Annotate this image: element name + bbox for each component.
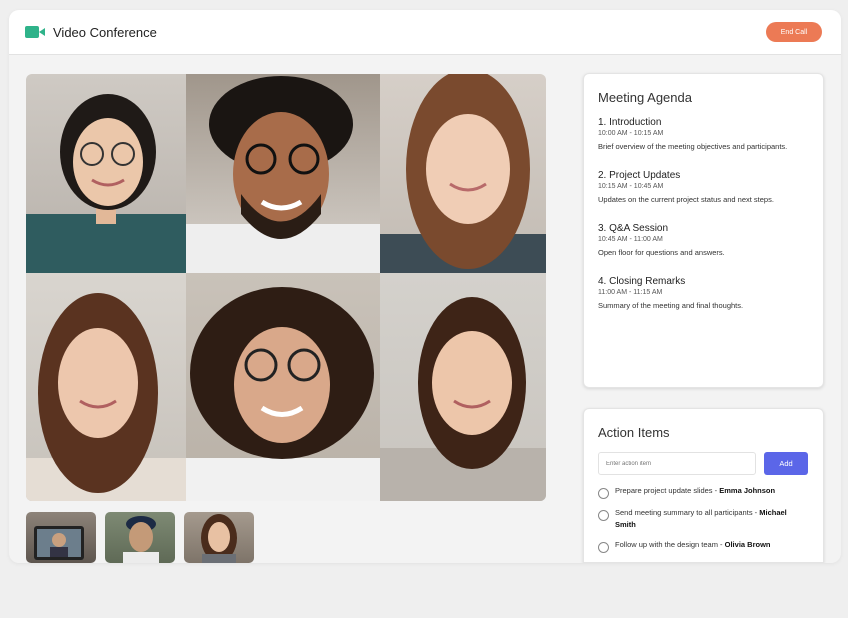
agenda-item-time: 10:00 AM - 10:15 AM — [598, 130, 664, 137]
agenda-item: 3. Q&A Session 10:45 AM - 11:00 AM Open … — [598, 223, 809, 259]
participant-portrait — [26, 94, 186, 273]
action-item-checkbox[interactable] — [598, 510, 609, 521]
agenda-item-time: 10:45 AM - 11:00 AM — [598, 236, 663, 243]
action-item: Prepare project update slides - Emma Joh… — [598, 485, 809, 499]
agenda-item-title: 2. Project Updates — [598, 170, 681, 181]
agenda-title: Meeting Agenda — [598, 90, 692, 105]
action-item: Follow up with the design team - Olivia … — [598, 539, 809, 553]
participant-thumbnail[interactable] — [105, 512, 175, 563]
participant-video-tile[interactable] — [380, 74, 546, 273]
end-call-button[interactable]: End Call — [766, 22, 822, 42]
action-item-checkbox[interactable] — [598, 488, 609, 499]
agenda-item-time: 10:15 AM - 10:45 AM — [598, 183, 664, 190]
action-item-checkbox[interactable] — [598, 542, 609, 553]
action-item-input[interactable] — [598, 452, 756, 475]
action-items-panel: Action Items Add Prepare project update … — [583, 408, 824, 563]
action-item-assignee: Olivia Brown — [724, 540, 771, 549]
agenda-item-description: Updates on the current project status an… — [598, 195, 774, 204]
header-bar: Video Conference End Call — [9, 10, 841, 55]
participant-portrait — [380, 74, 546, 273]
participant-video-tile[interactable] — [26, 273, 186, 501]
participant-portrait — [123, 516, 159, 563]
agenda-item: 1. Introduction 10:00 AM - 10:15 AM Brie… — [598, 117, 809, 153]
action-item-text: Prepare project update slides - Emma Joh… — [615, 485, 775, 497]
agenda-item-description: Open floor for questions and answers. — [598, 248, 725, 257]
meeting-agenda-panel: Meeting Agenda 1. Introduction 10:00 AM … — [583, 73, 824, 388]
app-title: Video Conference — [53, 24, 157, 40]
participant-video-tile[interactable] — [186, 74, 380, 273]
participant-portrait — [186, 287, 380, 501]
agenda-item-title: 1. Introduction — [598, 117, 662, 128]
thumbnail-strip — [26, 512, 254, 563]
action-item-description: Send meeting summary to all participants… — [615, 508, 760, 517]
action-item-assignee: Emma Johnson — [719, 486, 776, 495]
agenda-item-title: 4. Closing Remarks — [598, 276, 686, 287]
add-action-item-button[interactable]: Add — [764, 452, 808, 475]
participant-portrait — [186, 76, 380, 273]
app-window: Video Conference End Call Meeting Agenda… — [9, 10, 841, 563]
participant-video-tile[interactable] — [186, 273, 380, 501]
action-item-text: Send meeting summary to all participants… — [615, 507, 809, 531]
action-item-description: Prepare project update slides - — [615, 486, 720, 495]
agenda-item-description: Summary of the meeting and final thought… — [598, 301, 744, 310]
participant-portrait — [34, 526, 84, 560]
agenda-item-title: 3. Q&A Session — [598, 223, 669, 234]
agenda-item: 2. Project Updates 10:15 AM - 10:45 AM U… — [598, 170, 809, 206]
video-camera-icon — [25, 25, 47, 39]
action-item-text: Follow up with the design team - Olivia … — [615, 539, 770, 551]
agenda-item-time: 11:00 AM - 11:15 AM — [598, 289, 663, 296]
action-item: Send meeting summary to all participants… — [598, 507, 809, 531]
video-grid — [26, 74, 546, 501]
agenda-item: 4. Closing Remarks 11:00 AM - 11:15 AM S… — [598, 276, 809, 312]
participant-portrait — [26, 293, 186, 501]
action-items-title: Action Items — [598, 425, 670, 440]
agenda-item-description: Brief overview of the meeting objectives… — [598, 142, 788, 151]
participant-video-tile[interactable] — [380, 273, 546, 501]
action-item-description: Follow up with the design team - — [615, 540, 725, 549]
participant-video-tile[interactable] — [26, 74, 186, 273]
participant-portrait — [201, 514, 237, 563]
participant-thumbnail[interactable] — [26, 512, 96, 563]
participant-portrait — [380, 297, 546, 501]
action-item-entry-row: Add — [598, 452, 809, 475]
participant-thumbnail[interactable] — [184, 512, 254, 563]
